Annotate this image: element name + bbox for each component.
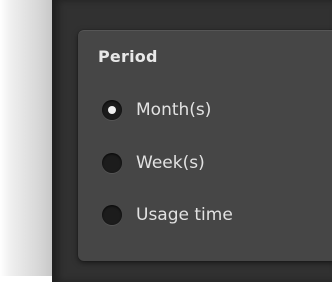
period-option-label: Usage time <box>136 205 233 225</box>
period-option-label: Month(s) <box>136 100 212 120</box>
left-side-panel <box>0 0 52 276</box>
period-option-usage-time[interactable]: Usage time <box>102 203 233 227</box>
period-option-weeks[interactable]: Week(s) <box>102 151 205 175</box>
radio-unchecked-icon[interactable] <box>102 153 122 173</box>
window-root: Period Month(s) Week(s) Usage time <box>0 0 332 282</box>
period-option-months[interactable]: Month(s) <box>102 98 211 122</box>
radio-checked-icon[interactable] <box>102 100 122 120</box>
period-option-label: Week(s) <box>136 153 205 173</box>
left-bottom-strip <box>0 276 52 282</box>
radio-unchecked-icon[interactable] <box>102 205 122 225</box>
period-title: Period <box>98 47 158 66</box>
